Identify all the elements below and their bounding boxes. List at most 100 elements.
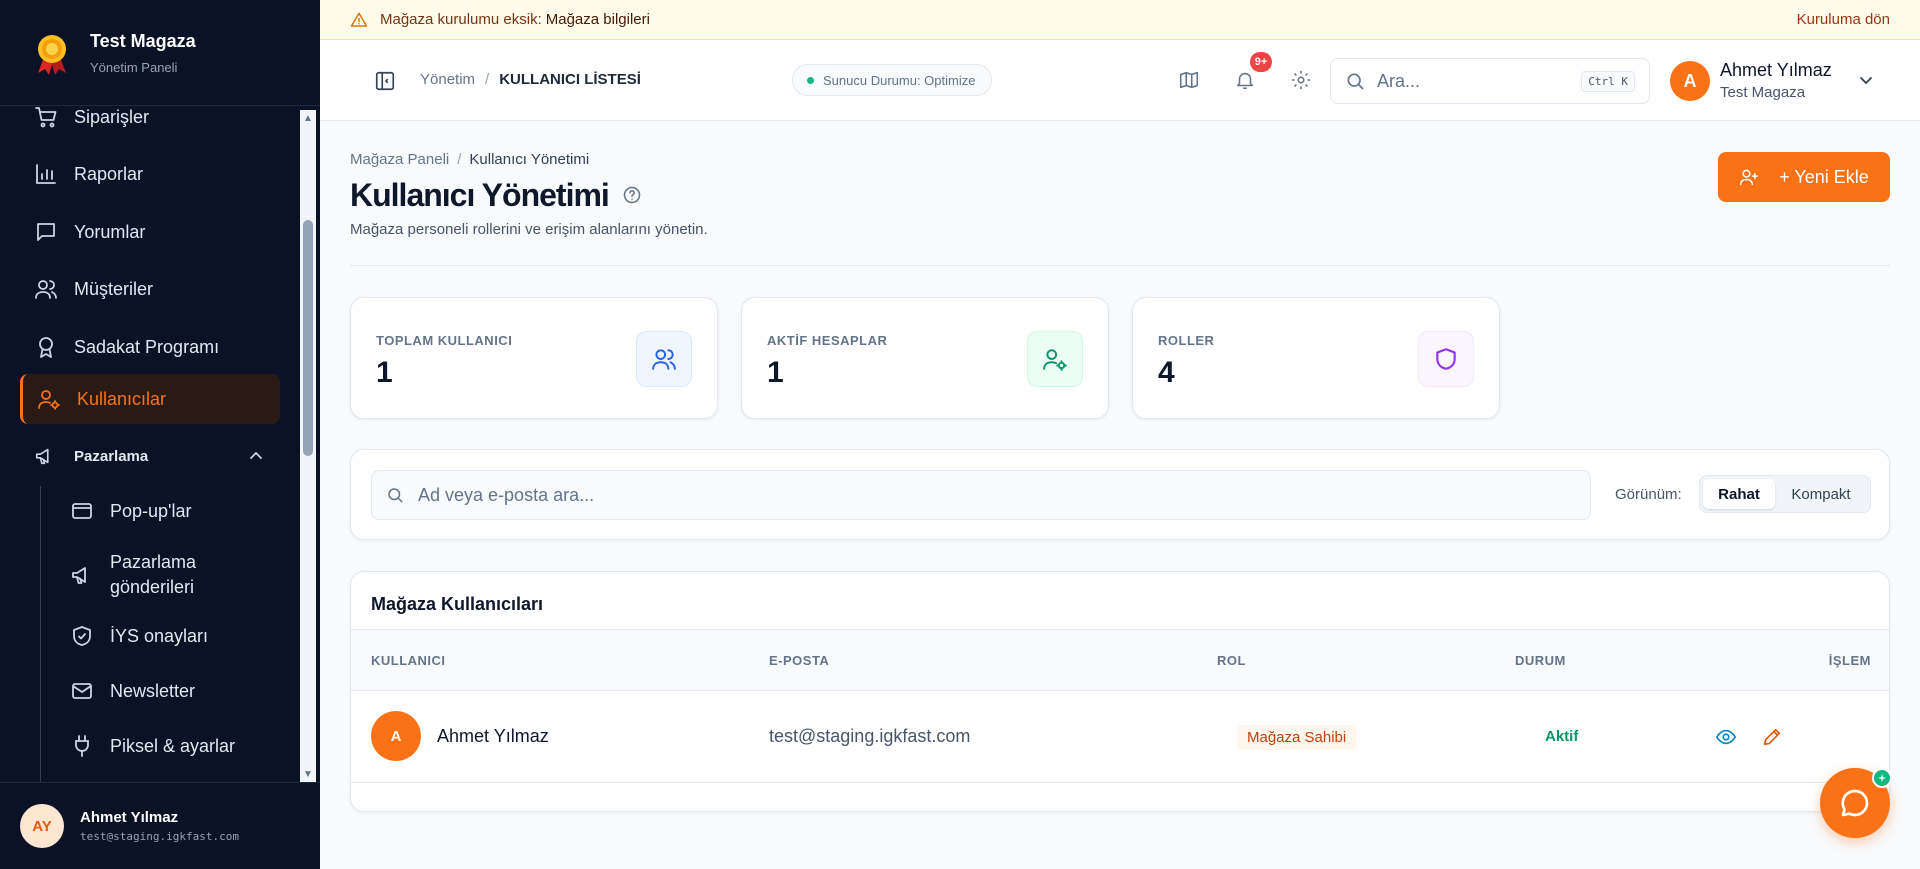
bar-chart-icon [34,162,58,186]
stat-label: TOPLAM KULLANICI [376,333,513,348]
help-icon[interactable] [622,185,642,205]
banner-bold: Mağaza bilgileri [545,11,650,28]
view-compact-button[interactable]: Kompakt [1775,479,1867,509]
global-search[interactable]: Ara... Ctrl K [1330,58,1650,104]
map-icon[interactable] [1178,69,1200,91]
megaphone-icon [70,563,94,587]
sidebar-item-label: Müşteriler [74,278,154,299]
sidebar-item-label: Piksel & ayarlar [110,735,236,756]
pencil-icon[interactable] [1761,726,1783,748]
search-shortcut: Ctrl K [1581,71,1635,92]
stat-label: ROLLER [1158,333,1215,348]
sidebar-group-label: Pazarlama [74,447,149,465]
user-name-cell: Ahmet Yılmaz [437,726,549,746]
avatar[interactable]: A [1670,61,1710,101]
sidebar-user-name: Ahmet Yılmaz [80,809,179,826]
stat-card-total-users: TOPLAM KULLANICI 1 [350,297,718,419]
table-row: A Ahmet Yılmaz test@staging.igkfast.com … [351,691,1889,783]
stat-label: AKTİF HESAPLAR [767,333,888,348]
sidebar-item-customers[interactable]: Müşteriler [20,264,280,314]
sidebar-item-label: Pop-up'lar [110,500,192,521]
page-breadcrumb-current: Kullanıcı Yönetimi [469,151,590,168]
search-input[interactable]: Ara... [1377,71,1420,92]
page-breadcrumb: Mağaza Paneli / Kullanıcı Yönetimi [350,151,590,168]
column-header: ROL [1217,653,1246,668]
sidebar-item-pixel-settings[interactable]: Piksel & ayarlar [56,726,280,766]
view-comfortable-button[interactable]: Rahat [1703,479,1775,509]
sidebar-item-loyalty[interactable]: Sadakat Programı [20,322,280,372]
sidebar-scrollbar[interactable]: ▲ ▼ [300,110,316,782]
chevron-up-icon[interactable] [246,446,266,466]
main-area: Mağaza kurulumu eksik: Mağaza bilgileri … [320,0,1920,869]
user-check-icon [1027,331,1083,387]
users-icon [34,277,58,301]
sidebar-item-users[interactable]: Kullanıcılar [20,374,280,424]
sidebar-item-orders[interactable]: Siparişler [20,106,280,142]
email-cell: test@staging.igkfast.com [769,726,971,746]
scroll-up-arrow-icon[interactable]: ▲ [300,110,316,126]
breadcrumb-root[interactable]: Yönetim [420,71,475,88]
avatar: AY [20,804,64,848]
shield-icon [1418,331,1474,387]
sidebar-toggle-icon[interactable] [374,70,396,92]
table-header: KULLANICI E-POSTA ROL DURUM İŞLEM [351,629,1889,691]
breadcrumb-current: KULLANICI LİSTESİ [499,71,641,88]
chat-icon [1839,787,1871,819]
sidebar-item-label: Raporlar [74,163,144,184]
sidebar-user[interactable]: AY Ahmet Yılmaz test@staging.igkfast.com [0,782,320,869]
window-icon [70,499,94,523]
message-icon [34,220,58,244]
scroll-down-arrow-icon[interactable]: ▼ [300,766,316,782]
column-header: DURUM [1515,653,1566,668]
sidebar-item-label: Pazarlama gönderileri [110,552,197,597]
page-breadcrumb-root[interactable]: Mağaza Paneli [350,151,449,168]
user-search-placeholder: Ad veya e-posta ara... [418,484,595,505]
sidebar-item-newsletter[interactable]: Newsletter [56,671,280,711]
sidebar-item-popups[interactable]: Pop-up'lar [56,491,280,531]
megaphone-icon [34,445,56,467]
avatar: A [371,711,421,761]
banner-text: Mağaza kurulumu eksik: [380,11,542,28]
stat-card-roles: ROLLER 4 [1132,297,1500,419]
user-search-input[interactable]: Ad veya e-posta ara... [371,470,1591,520]
page-subtitle: Mağaza personeli rollerini ve erişim ala… [350,221,708,238]
bell-icon[interactable] [1234,69,1256,91]
return-to-setup-link[interactable]: Kuruluma dön [1797,11,1890,28]
status-badge: Aktif [1545,728,1579,745]
add-user-button[interactable]: + Yeni Ekle [1718,152,1890,202]
award-icon [34,335,58,359]
search-icon [1345,71,1365,91]
sidebar-item-reviews[interactable]: Yorumlar [20,207,280,257]
gear-icon[interactable] [1290,69,1312,91]
brand[interactable]: Test Magaza Yönetim Paneli [0,0,320,106]
brand-subtitle: Yönetim Paneli [90,59,178,75]
sidebar-item-iys[interactable]: İYS onayları [56,616,280,656]
server-status-badge: Sunucu Durumu: Optimize [792,64,993,96]
sidebar-item-reports[interactable]: Raporlar [20,149,280,199]
top-header: Yönetim / KULLANICI LİSTESİ Sunucu Durumu:… [320,40,1920,121]
eye-icon[interactable] [1715,726,1737,748]
header-user-name[interactable]: Ahmet Yılmaz [1720,60,1832,81]
column-header: E-POSTA [769,653,830,668]
sidebar-group-marketing[interactable]: Pazarlama [20,436,280,476]
setup-banner: Mağaza kurulumu eksik: Mağaza bilgileri … [320,0,1920,40]
column-header: İŞLEM [1828,653,1871,668]
view-toggle: Rahat Kompakt [1699,475,1871,513]
medal-icon [30,31,74,75]
user-cog-icon [37,387,61,411]
sidebar-nav: Siparişler Raporlar Yorumlar Müşteriler … [0,106,300,782]
column-header: KULLANICI [371,653,446,668]
sidebar-item-label: Siparişler [74,106,150,127]
header-user-store: Test Magaza [1720,84,1806,101]
scroll-thumb[interactable] [303,220,313,456]
divider [350,265,1890,266]
sidebar-item-label: Kullanıcılar [77,388,167,409]
add-user-label: + Yeni Ekle [1779,166,1869,187]
page-title: Kullanıcı Yönetimi [350,177,610,213]
sidebar-item-marketing-sends[interactable]: Pazarlama gönderileri [56,547,280,603]
status-dot [807,77,814,84]
stat-value: 4 [1158,356,1175,389]
sidebar: Test Magaza Yönetim Paneli Siparişler Ra… [0,0,320,869]
chevron-down-icon[interactable] [1856,70,1876,90]
role-badge: Mağaza Sahibi [1237,725,1357,750]
